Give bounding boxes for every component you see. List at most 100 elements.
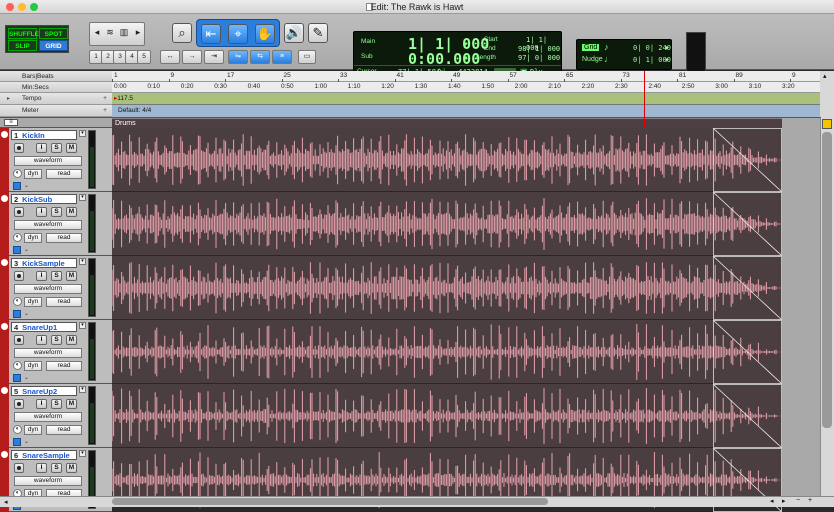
- track-view-menu-icon[interactable]: ≡: [4, 119, 18, 126]
- sub-counter-label: Sub: [361, 53, 373, 60]
- grabber-tool-icon[interactable]: ✋: [255, 24, 275, 44]
- bar-tick-label: 25: [283, 72, 291, 79]
- meter-ruler-label[interactable]: Meter: [0, 105, 112, 117]
- scroll-left-arrow-icon[interactable]: ◂: [770, 497, 774, 505]
- audio-waveform: [112, 256, 782, 320]
- keyboard-focus-icon[interactable]: ▭: [298, 50, 316, 64]
- track-lanes: [0, 128, 834, 512]
- time-tick-label: 1:30: [414, 83, 428, 90]
- bar-tick-label: 81: [679, 72, 687, 79]
- time-tick-label: 2:00: [514, 83, 528, 90]
- tempo-ruler[interactable]: ▸117.5: [112, 93, 820, 105]
- time-tick-label: 3:10: [748, 83, 762, 90]
- shuffle-mode-button[interactable]: SHUFFLE: [8, 28, 39, 39]
- zoom-controls: ◂ ≋ ▥ ▸: [89, 22, 145, 46]
- edit-window-tracks: ≡ 1 KickIn ▾ I S Mwaveform ◐ dyn read ⌄ 2 KickSub ▾ I…: [0, 118, 834, 512]
- length-value[interactable]: 97| 0| 000: [518, 54, 560, 62]
- add-meter-icon[interactable]: +: [103, 107, 107, 114]
- zoom-toggle-icon[interactable]: [822, 119, 832, 129]
- spot-mode-button[interactable]: SPOT: [39, 28, 68, 39]
- time-tick-label: 1:10: [347, 83, 361, 90]
- smart-tool-group: ⇤ ⌖ ✋: [196, 19, 280, 47]
- midi-zoom-icon[interactable]: ▥: [118, 26, 130, 38]
- edit-modes-panel: SHUFFLE SPOT SLIP GRID: [5, 25, 69, 53]
- bars-beats-ruler[interactable]: 1 9 17 25 33 41 49 57 65 73 81 89 9: [112, 71, 820, 82]
- bar-tick-label: 49: [453, 72, 461, 79]
- bar-tick-label: 89: [735, 72, 743, 79]
- vertical-scroll-thumb[interactable]: [822, 132, 832, 428]
- grid-dropdown-icon[interactable]: ▾: [665, 44, 669, 52]
- main-counter-dropdown-icon[interactable]: ▾: [464, 40, 468, 48]
- scroll-left-icon[interactable]: ◂: [4, 498, 8, 506]
- meter-value[interactable]: Default: 4/4: [118, 107, 151, 114]
- waveform-path: [112, 324, 782, 380]
- playhead-line-tracks: [644, 118, 645, 128]
- add-tempo-icon[interactable]: +: [103, 95, 107, 102]
- tab-to-transients-icon[interactable]: ↔: [160, 50, 180, 64]
- selector-tool-icon[interactable]: ⌖: [228, 24, 248, 44]
- link-track-edit-icon[interactable]: ⇋: [228, 50, 248, 64]
- waveform-zoom-icon[interactable]: ≋: [104, 26, 116, 38]
- min-secs-ruler[interactable]: 0:00 0:10 0:20 0:30 0:40 0:50 1:00 1:10 1:20 1:30…: [112, 82, 820, 93]
- time-tick-label: 2:40: [648, 83, 662, 90]
- waveform-path: [112, 388, 782, 444]
- waveform-lane[interactable]: [112, 128, 782, 192]
- time-tick-label: 0:50: [281, 83, 294, 90]
- length-label: Length: [476, 54, 496, 61]
- grid-nudge-display: Grid ♪ 0| 0| 240 ▾ Nudge ♩ 0| 1| 000 ▾: [576, 39, 672, 70]
- sub-counter-dropdown-icon[interactable]: ▾: [464, 54, 468, 62]
- automation-follows-icon[interactable]: ≡: [272, 50, 292, 64]
- zoom-tool-icon[interactable]: ⌕: [172, 23, 192, 43]
- title-bar: Edit: The Rawk is Hawt: [0, 0, 834, 14]
- min-secs-ruler-label[interactable]: Min:Secs: [0, 82, 112, 93]
- waveform-lane[interactable]: [112, 256, 782, 320]
- audio-waveform: [112, 192, 782, 256]
- scroll-up-icon[interactable]: ▴: [823, 72, 827, 80]
- slip-mode-button[interactable]: SLIP: [8, 40, 37, 51]
- insertion-follows-icon[interactable]: ⇥: [204, 50, 224, 64]
- timeline-rulers: Bars|Beats Min:Secs Tempo ▸ + Meter + 1 9…: [0, 71, 834, 118]
- time-tick-label: 0:40: [247, 83, 261, 90]
- time-tick-label: 2:20: [581, 83, 595, 90]
- zoom-plus-icon[interactable]: +: [808, 497, 812, 504]
- zoom-minus-icon[interactable]: −: [796, 497, 800, 504]
- grid-label[interactable]: Grid: [582, 44, 600, 51]
- waveform-lane[interactable]: [112, 192, 782, 256]
- tempo-marker[interactable]: ▸117.5: [114, 94, 133, 102]
- clip-group-title[interactable]: Drums: [112, 118, 782, 128]
- waveform-path: [112, 134, 782, 186]
- scroll-right-arrow-icon[interactable]: ▸: [782, 497, 786, 505]
- nudge-label[interactable]: Nudge: [582, 56, 603, 63]
- time-tick-label: 1:00: [314, 83, 328, 90]
- horizontal-scroll-thumb[interactable]: [112, 498, 548, 505]
- bars-beats-ruler-label[interactable]: Bars|Beats: [0, 71, 112, 82]
- mirror-midi-icon[interactable]: ⇆: [250, 50, 270, 64]
- waveform-path: [112, 262, 782, 314]
- counter-divider: [354, 65, 561, 66]
- zoom-preset-5[interactable]: 5: [137, 50, 151, 64]
- bar-tick-label: 1: [114, 72, 118, 79]
- waveform-lane[interactable]: [112, 384, 782, 448]
- pencil-tool-icon[interactable]: ✎: [308, 23, 328, 43]
- audio-waveform: [112, 128, 782, 192]
- zoom-out-icon[interactable]: ◂: [92, 26, 102, 38]
- link-timeline-icon[interactable]: →: [182, 50, 202, 64]
- bar-tick-label: 73: [622, 72, 630, 79]
- bar-tick-label: 57: [509, 72, 517, 79]
- speaker-scrub-icon[interactable]: 🔊: [284, 23, 304, 43]
- zoom-in-icon[interactable]: ▸: [133, 26, 143, 38]
- start-label: Start: [484, 36, 498, 43]
- time-tick-label: 0:10: [147, 83, 161, 90]
- tempo-ruler-label[interactable]: Tempo: [0, 93, 112, 105]
- nudge-dropdown-icon[interactable]: ▾: [665, 56, 669, 64]
- tempo-value: 117.5: [117, 95, 134, 102]
- trim-tool-icon[interactable]: ⇤: [201, 24, 221, 44]
- grid-mode-button[interactable]: GRID: [39, 40, 68, 51]
- time-tick-label: 0:00: [114, 83, 127, 90]
- meter-ruler[interactable]: Default: 4/4: [112, 105, 820, 117]
- waveform-lane[interactable]: [112, 320, 782, 384]
- end-value[interactable]: 98| 1| 000: [518, 45, 560, 53]
- time-tick-label: 2:30: [615, 83, 628, 90]
- tempo-expand-icon[interactable]: ▸: [7, 95, 10, 102]
- time-tick-label: 1:20: [381, 83, 394, 90]
